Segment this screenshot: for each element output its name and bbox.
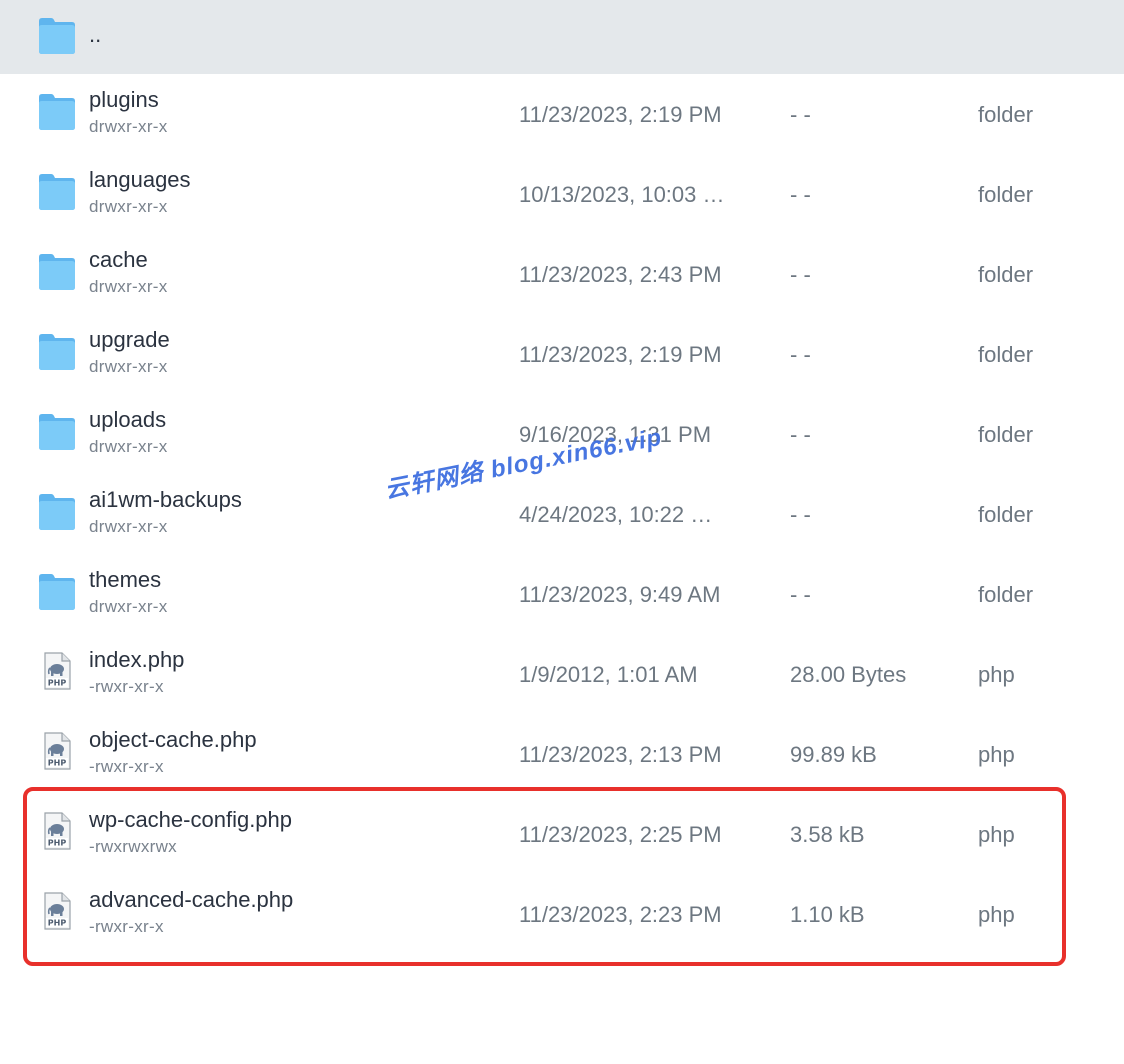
file-name: advanced-cache.php bbox=[89, 887, 294, 912]
file-row-themes[interactable]: themes drwxr-xr-x 11/23/2023, 9:49 AM - … bbox=[0, 554, 1124, 634]
file-row-advanced-cache-php[interactable]: PHP advanced-cache.php -rwxr-xr-x 11/23/… bbox=[0, 874, 1124, 954]
file-permissions: -rwxr-xr-x bbox=[89, 677, 164, 696]
parent-directory-label: .. bbox=[89, 22, 102, 47]
file-type: php bbox=[978, 662, 1015, 687]
file-type: folder bbox=[978, 102, 1034, 127]
file-name: plugins bbox=[89, 87, 159, 112]
folder-icon bbox=[38, 331, 76, 371]
file-size: 3.58 kB bbox=[790, 822, 865, 847]
parent-directory-row[interactable]: .. bbox=[0, 0, 1124, 74]
file-size: - - bbox=[790, 342, 811, 367]
file-modified-date: 1/9/2012, 1:01 AM bbox=[519, 662, 698, 687]
file-row-wp-cache-config-php[interactable]: PHP wp-cache-config.php -rwxrwxrwx 11/23… bbox=[0, 794, 1124, 874]
file-type: folder bbox=[978, 502, 1034, 527]
file-name: wp-cache-config.php bbox=[89, 807, 293, 832]
file-modified-date: 11/23/2023, 2:13 PM bbox=[519, 742, 722, 767]
file-permissions: drwxr-xr-x bbox=[89, 517, 168, 536]
file-modified-date: 11/23/2023, 2:43 PM bbox=[519, 262, 722, 287]
svg-text:PHP: PHP bbox=[48, 839, 67, 848]
file-size: 28.00 Bytes bbox=[790, 662, 907, 687]
php-file-icon: PHP bbox=[38, 651, 76, 691]
file-name: object-cache.php bbox=[89, 727, 257, 752]
file-size: - - bbox=[790, 182, 811, 207]
file-size: - - bbox=[790, 262, 811, 287]
file-modified-date: 11/23/2023, 2:19 PM bbox=[519, 342, 722, 367]
file-name: uploads bbox=[89, 407, 167, 432]
file-type: folder bbox=[978, 342, 1034, 367]
file-modified-date: 9/16/2023, 1:31 PM bbox=[519, 422, 712, 447]
file-modified-date: 11/23/2023, 2:23 PM bbox=[519, 902, 722, 927]
php-file-icon: PHP bbox=[38, 731, 76, 771]
file-size: - - bbox=[790, 502, 811, 527]
file-permissions: -rwxrwxrwx bbox=[89, 837, 177, 856]
file-modified-date: 11/23/2023, 9:49 AM bbox=[519, 582, 721, 607]
file-type: php bbox=[978, 902, 1015, 927]
file-row-index-php[interactable]: PHP index.php -rwxr-xr-x 1/9/2012, 1:01 … bbox=[0, 634, 1124, 714]
file-type: folder bbox=[978, 582, 1034, 607]
file-modified-date: 11/23/2023, 2:25 PM bbox=[519, 822, 722, 847]
file-permissions: drwxr-xr-x bbox=[89, 117, 168, 136]
file-type: php bbox=[978, 742, 1015, 767]
file-modified-date: 4/24/2023, 10:22 … bbox=[519, 502, 713, 527]
file-type: php bbox=[978, 822, 1015, 847]
folder-icon bbox=[38, 411, 76, 451]
php-file-icon: PHP bbox=[38, 811, 76, 851]
file-permissions: drwxr-xr-x bbox=[89, 597, 168, 616]
file-row-plugins[interactable]: plugins drwxr-xr-x 11/23/2023, 2:19 PM -… bbox=[0, 74, 1124, 154]
file-permissions: -rwxr-xr-x bbox=[89, 917, 164, 936]
file-size: 1.10 kB bbox=[790, 902, 865, 927]
file-row-cache[interactable]: cache drwxr-xr-x 11/23/2023, 2:43 PM - -… bbox=[0, 234, 1124, 314]
folder-icon bbox=[38, 15, 76, 55]
file-size: - - bbox=[790, 422, 811, 447]
file-name: languages bbox=[89, 167, 191, 192]
file-modified-date: 11/23/2023, 2:19 PM bbox=[519, 102, 722, 127]
file-name: index.php bbox=[89, 647, 185, 672]
file-row-object-cache-php[interactable]: PHP object-cache.php -rwxr-xr-x 11/23/20… bbox=[0, 714, 1124, 794]
svg-text:PHP: PHP bbox=[48, 919, 67, 928]
file-type: folder bbox=[978, 422, 1034, 447]
file-row-ai1wm-backups[interactable]: ai1wm-backups drwxr-xr-x 4/24/2023, 10:2… bbox=[0, 474, 1124, 554]
file-row-upgrade[interactable]: upgrade drwxr-xr-x 11/23/2023, 2:19 PM -… bbox=[0, 314, 1124, 394]
file-permissions: drwxr-xr-x bbox=[89, 277, 168, 296]
file-type: folder bbox=[978, 262, 1034, 287]
svg-text:PHP: PHP bbox=[48, 759, 67, 768]
file-modified-date: 10/13/2023, 10:03 … bbox=[519, 182, 725, 207]
file-permissions: drwxr-xr-x bbox=[89, 357, 168, 376]
file-name: upgrade bbox=[89, 327, 170, 352]
file-name: ai1wm-backups bbox=[89, 487, 242, 512]
folder-icon bbox=[38, 251, 76, 291]
file-size: - - bbox=[790, 102, 811, 127]
folder-icon bbox=[38, 491, 76, 531]
file-name: themes bbox=[89, 567, 162, 592]
file-permissions: drwxr-xr-x bbox=[89, 437, 168, 456]
file-type: folder bbox=[978, 182, 1034, 207]
svg-text:PHP: PHP bbox=[48, 679, 67, 688]
file-permissions: drwxr-xr-x bbox=[89, 197, 168, 216]
file-row-languages[interactable]: languages drwxr-xr-x 10/13/2023, 10:03 …… bbox=[0, 154, 1124, 234]
folder-icon bbox=[38, 91, 76, 131]
file-row-uploads[interactable]: uploads drwxr-xr-x 9/16/2023, 1:31 PM - … bbox=[0, 394, 1124, 474]
file-permissions: -rwxr-xr-x bbox=[89, 757, 164, 776]
file-list: .. plugins drwxr-xr-x 11/23/2023, 2:19 P… bbox=[0, 0, 1124, 954]
file-name: cache bbox=[89, 247, 148, 272]
php-file-icon: PHP bbox=[38, 891, 76, 931]
file-size: 99.89 kB bbox=[790, 742, 877, 767]
folder-icon bbox=[38, 571, 76, 611]
file-size: - - bbox=[790, 582, 811, 607]
folder-icon bbox=[38, 171, 76, 211]
